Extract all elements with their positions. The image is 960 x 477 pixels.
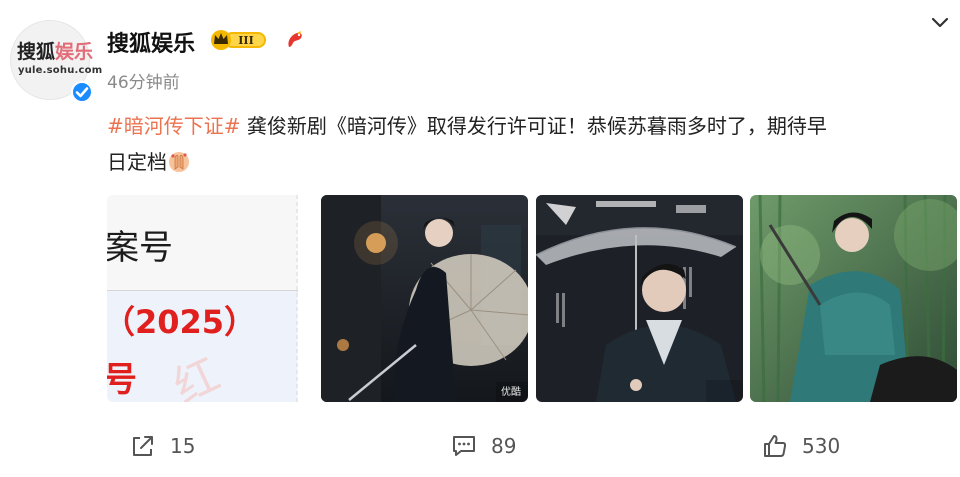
comment-count: 89 [491, 434, 517, 458]
repost-count: 15 [170, 434, 196, 458]
repost-icon [133, 436, 153, 456]
fan-badge-icon[interactable] [284, 29, 306, 51]
author-name[interactable]: 搜狐娱乐 [107, 26, 195, 58]
image-watermark: 优酷 [501, 385, 521, 398]
hashtag-link[interactable]: #暗河传下证# [107, 114, 241, 138]
image-text-number: 号 [107, 360, 137, 400]
like-button[interactable]: 530 [762, 430, 840, 462]
post-image-3[interactable] [536, 195, 743, 402]
verified-icon [71, 81, 93, 103]
post-time: 46分钟前 [107, 73, 180, 93]
comment-button[interactable]: 89 [451, 430, 516, 462]
chevron-down-icon[interactable] [926, 12, 954, 34]
like-icon [764, 435, 787, 457]
pray-hands-emoji-icon [167, 148, 191, 172]
post-image-1[interactable]: 案号 （2025） 号 红 [107, 195, 314, 402]
post-text-line1: 龚俊新剧《暗河传》取得发行许可证！恭候苏暮雨多时了，期待早 [240, 114, 827, 138]
image-text-year: （2025） [107, 303, 256, 341]
vip-level: III [238, 34, 253, 47]
image-text-case-number: 案号 [107, 228, 173, 268]
vip-crown-icon[interactable]: III [210, 29, 268, 51]
post-image-4[interactable] [750, 195, 957, 402]
post-text-line2: 日定档 [107, 150, 167, 174]
avatar-logo-text: 搜狐娱乐 [17, 41, 94, 63]
comment-icon [453, 436, 475, 456]
avatar-url-text: yule.sohu.com [18, 65, 103, 76]
author-avatar[interactable]: 搜狐娱乐 yule.sohu.com [10, 20, 102, 103]
post-text: #暗河传下证# 龚俊新剧《暗河传》取得发行许可证！恭候苏暮雨多时了，期待早 日定… [107, 108, 947, 180]
repost-button[interactable]: 15 [130, 430, 195, 462]
like-count: 530 [802, 434, 841, 458]
post-image-2[interactable]: 优酷 [321, 195, 528, 402]
